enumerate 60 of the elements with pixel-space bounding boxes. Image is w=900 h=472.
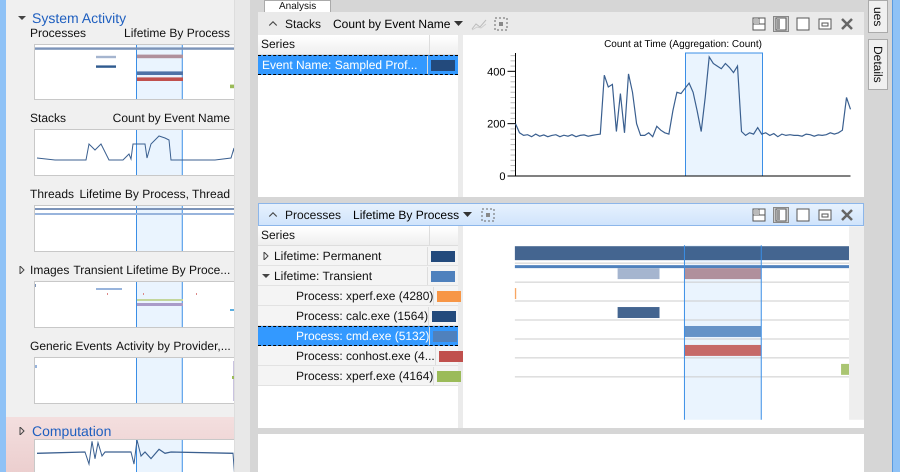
series-row[interactable]: Process: xperf.exe (4280) <box>258 286 458 306</box>
select-all-icon[interactable] <box>493 16 510 32</box>
minimize-icon[interactable] <box>817 16 833 32</box>
graph-preset: Count by Event Name <box>112 111 230 125</box>
graph-name: Processes <box>30 26 88 40</box>
chart-title: Count at Time (Aggregation: Count) <box>604 39 762 50</box>
series-row[interactable]: Process: xperf.exe (4164) <box>258 366 458 386</box>
single-view-icon[interactable] <box>795 206 811 222</box>
y-tick-label: 200 <box>487 118 506 131</box>
single-view-icon[interactable] <box>795 16 811 32</box>
group-title[interactable]: System Activity <box>32 10 126 26</box>
expanded-triangle-icon[interactable] <box>262 272 270 280</box>
series-row[interactable]: Process: calc.exe (1564) <box>258 306 458 326</box>
graph-preset: Activity by Provider,... <box>116 339 231 353</box>
graph-preset: Lifetime By Process, Thread <box>80 187 230 201</box>
preset-dropdown[interactable]: Lifetime By Process <box>351 208 474 222</box>
series-label: Lifetime: Transient <box>274 269 372 283</box>
graph-preset: Transient Lifetime By Proce... <box>73 263 230 277</box>
graph-preview-drawing[interactable] <box>34 439 234 472</box>
graph-name: Images <box>30 263 70 277</box>
series-label: Lifetime: Permanent <box>274 249 382 263</box>
series-label: Process: xperf.exe (4164) <box>296 369 434 383</box>
dropdown-arrow-icon <box>463 212 472 218</box>
y-tick-label: 0 <box>499 171 506 183</box>
side-by-side-layout-icon[interactable] <box>773 206 789 222</box>
side-tab[interactable]: Details <box>868 39 888 90</box>
group-title[interactable]: Computation <box>32 423 112 439</box>
dropdown-arrow-icon <box>454 20 464 26</box>
series-label: Process: conhost.exe (4... <box>296 349 435 363</box>
graph-title: Processes <box>285 208 342 222</box>
series-label: Process: calc.exe (1564) <box>296 309 428 323</box>
minimize-icon[interactable] <box>817 206 833 222</box>
split-layout-icon[interactable] <box>751 206 767 222</box>
graph-name: Threads <box>30 187 76 201</box>
series-label: Process: xperf.exe (4280) <box>296 289 434 303</box>
close-icon[interactable] <box>839 206 855 222</box>
y-tick-label: 400 <box>487 66 506 78</box>
series-row[interactable]: Lifetime: Permanent <box>258 246 458 266</box>
series-row[interactable]: Lifetime: Transient <box>258 266 458 286</box>
graph-preview-drawing[interactable] <box>34 44 234 100</box>
scrollbar[interactable] <box>234 0 250 472</box>
graph-name: Stacks <box>30 111 68 125</box>
expanded-triangle-icon[interactable] <box>18 14 26 22</box>
collapsed-triangle-icon[interactable] <box>18 427 26 435</box>
series-label: Process: cmd.exe (5132) <box>296 329 430 343</box>
graph-title: Stacks <box>285 16 322 30</box>
collapsed-triangle-icon[interactable] <box>18 266 26 274</box>
graph-preview-drawing[interactable] <box>34 205 234 252</box>
graph-preview-drawing[interactable] <box>34 129 234 176</box>
series-label: Event Name: Sampled Prof... <box>262 58 418 72</box>
side-by-side-layout-icon[interactable] <box>773 16 789 32</box>
side-tab[interactable]: ues <box>868 0 888 34</box>
analysis-tab[interactable]: Analysis <box>264 0 332 12</box>
collapsed-triangle-icon[interactable] <box>262 252 270 260</box>
split-layout-icon[interactable] <box>751 16 767 32</box>
select-all-icon[interactable] <box>480 206 496 222</box>
preset-dropdown[interactable]: Count by Event Name <box>331 16 466 30</box>
close-icon[interactable] <box>839 16 855 32</box>
graph-name: Generic Events <box>30 339 112 353</box>
graph-preset: Lifetime By Process <box>124 26 230 40</box>
